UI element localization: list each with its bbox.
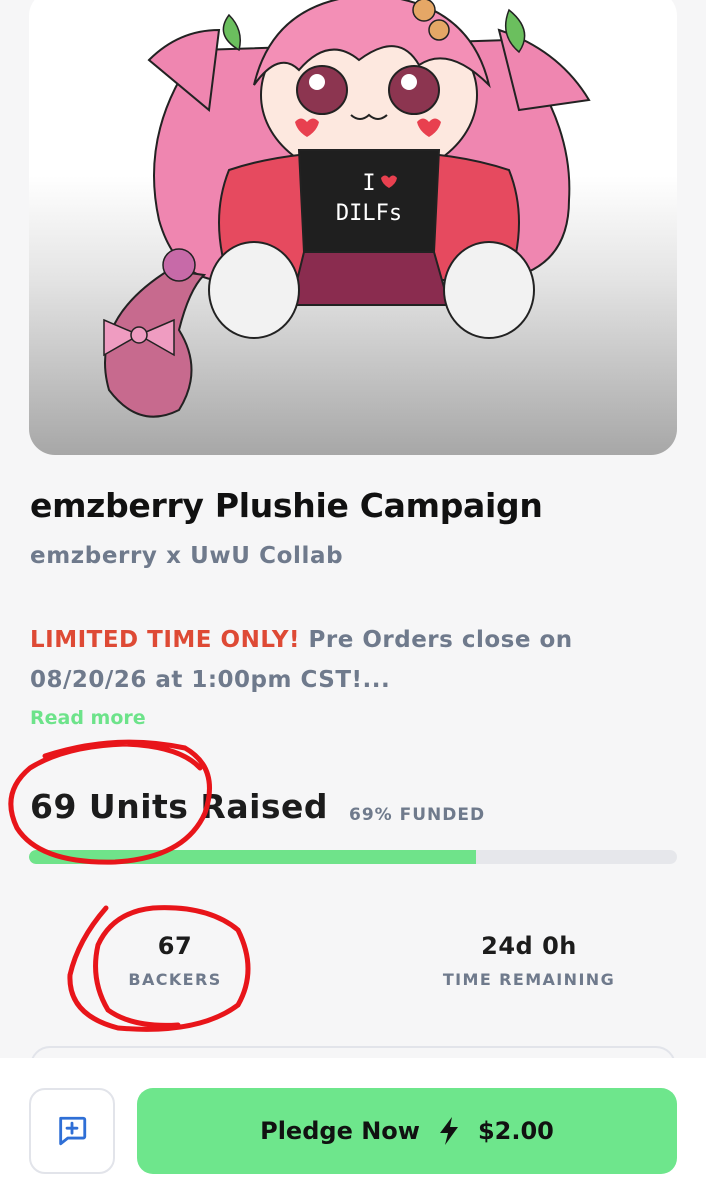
time-remaining-stat: 24d 0h TIME REMAINING [420,932,638,989]
pledge-now-button[interactable]: Pledge Now $2.00 [137,1088,677,1174]
backers-count: 67 [157,932,193,960]
backers-stat: 67 BACKERS [100,932,250,989]
funding-progress-bar [29,850,677,864]
pledge-label: Pledge Now [260,1117,420,1145]
time-remaining-label: TIME REMAINING [442,970,616,989]
campaign-title: emzberry Plushie Campaign [30,486,543,525]
shirt-text-top: I [362,171,375,196]
time-remaining-value: 24d 0h [481,932,577,960]
campaign-description: LIMITED TIME ONLY! Pre Orders close on 0… [30,620,670,700]
read-more-link[interactable]: Read more [30,707,146,729]
description-urgent: LIMITED TIME ONLY! [30,627,301,653]
campaign-hero-image: I DILFs [29,0,677,455]
pledge-price: $2.00 [477,1117,554,1145]
units-raised: 69 Units Raised [30,787,329,826]
backers-label: BACKERS [128,970,222,989]
plushie-illustration: I DILFs [103,0,591,418]
funded-percent: 69% FUNDED [349,805,486,825]
shirt-text-bottom: DILFs [336,201,402,226]
message-plus-icon [59,1116,87,1146]
funding-progress-fill [29,850,477,864]
campaign-subtitle: emzberry x UwU Collab [30,543,344,569]
message-button[interactable] [29,1088,115,1174]
lightning-icon [439,1117,458,1145]
